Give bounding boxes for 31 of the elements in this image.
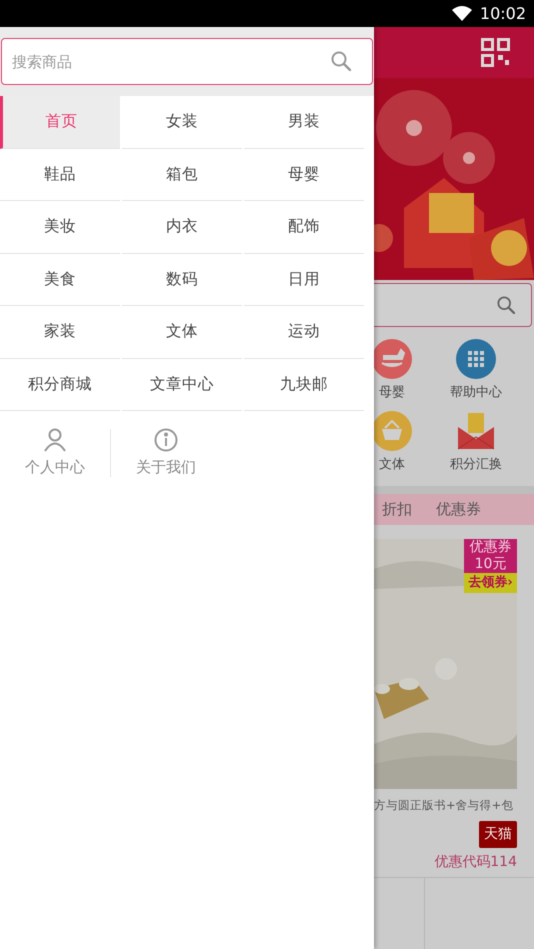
shortcut-label[interactable]: 母婴 — [379, 383, 405, 402]
grid-icon — [456, 339, 496, 379]
search-icon[interactable] — [331, 51, 351, 71]
envelope-icon — [455, 410, 497, 450]
category-tab[interactable]: 美食 — [0, 254, 120, 306]
coupon-amount: 10元 — [474, 556, 508, 573]
coupon-badge[interactable]: 优惠券 10元 去领券› — [464, 539, 517, 592]
shortcut-label[interactable]: 积分汇换 — [450, 454, 502, 474]
person-icon — [44, 428, 66, 452]
shortcut-label[interactable]: 文体 — [379, 454, 405, 474]
shortcut-label[interactable]: 帮助中心 — [450, 383, 502, 402]
menu-link[interactable]: 个人中心 — [0, 427, 110, 480]
product-title: 方与圆正版书+舍与得+包 — [374, 797, 514, 813]
category-tab[interactable]: 美妆 — [0, 201, 120, 254]
search-field[interactable] — [374, 283, 532, 327]
search-field[interactable]: 搜索商品 — [1, 38, 373, 85]
category-tab[interactable]: 积分商城 — [0, 358, 120, 411]
shop-tag: 天猫 — [479, 821, 517, 848]
search-icon[interactable] — [497, 296, 515, 314]
claim-coupon-link[interactable]: 去领券› — [464, 573, 517, 592]
info-icon — [154, 428, 178, 452]
menu-link[interactable]: 关于我们 — [111, 427, 221, 480]
wifi-icon — [452, 6, 472, 21]
coupon-title: 优惠券 — [468, 539, 512, 556]
category-tab[interactable]: 家装 — [0, 306, 120, 358]
coupon-code: 优惠代码114 — [433, 853, 517, 872]
qr-code-icon[interactable] — [481, 38, 510, 67]
category-tab[interactable]: 鞋品 — [0, 148, 120, 201]
tab[interactable]: 优惠券 — [436, 498, 481, 521]
status-time: 10:02 — [480, 2, 526, 24]
tab[interactable]: 折扣 — [382, 498, 412, 521]
